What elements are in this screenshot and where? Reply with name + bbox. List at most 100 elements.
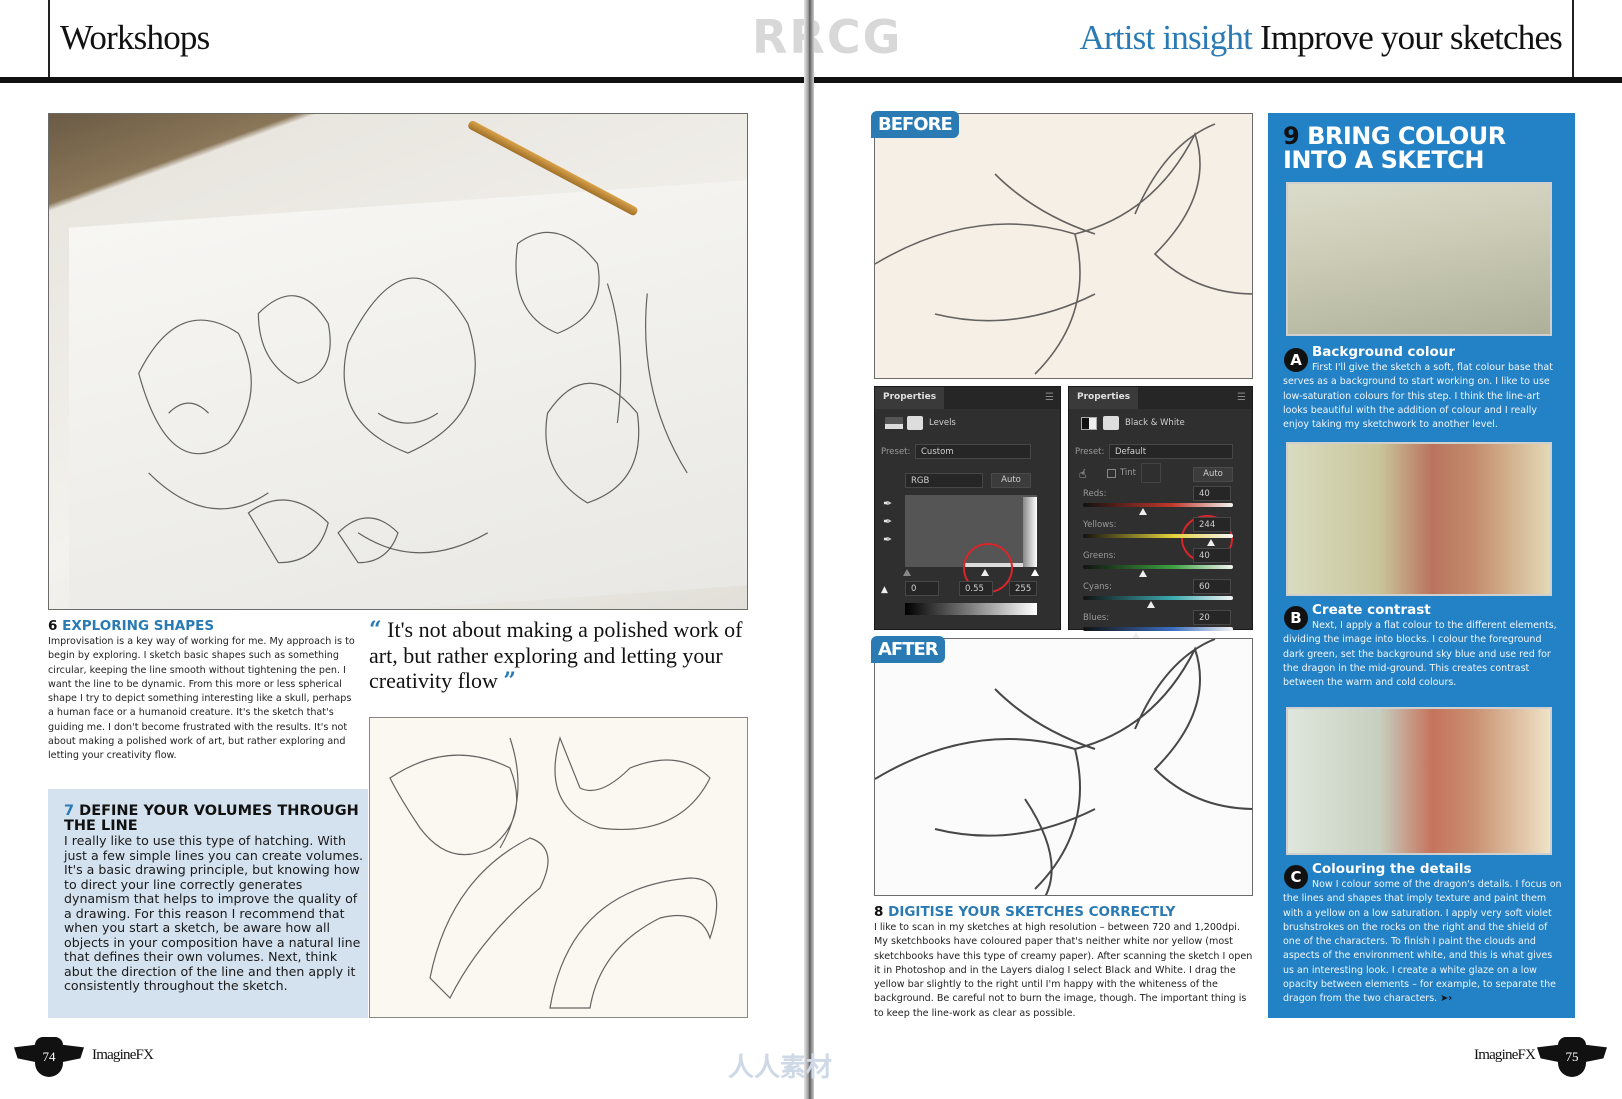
step7-title: DEFINE YOUR VOLUMES THROUGH THE LINE [64, 803, 359, 834]
step8-title: DIGITISE YOUR SKETCHES CORRECTLY [888, 904, 1176, 920]
page-emblem-right: 75 [1537, 1035, 1607, 1079]
substep-a-body: First I'll give the sketch a soft, flat … [1283, 362, 1553, 431]
bw-slider-track[interactable] [1083, 503, 1233, 507]
properties-tab[interactable]: Properties [875, 387, 945, 409]
substep-b-body: Next, I apply a flat colour to the diffe… [1283, 620, 1557, 689]
levels-histogram-icon [885, 417, 903, 429]
sketch-shapes [247, 499, 399, 564]
bw-slider-track[interactable] [1083, 596, 1233, 600]
quote-open-icon: “ [369, 617, 382, 643]
mask-icon [907, 416, 923, 430]
histogram-peak [1023, 497, 1037, 567]
bw-slider-value[interactable]: 40 [1193, 486, 1231, 501]
clipping-warning-icon[interactable]: ▲ [881, 585, 888, 595]
bw-slider-label: Greens: [1083, 551, 1117, 561]
substep-c-body: Now I colour some of the dragon's detail… [1283, 878, 1565, 1007]
bw-slider-knob[interactable] [1139, 570, 1147, 577]
sketch-head-3 [343, 277, 489, 554]
watermark: RRCG [752, 10, 903, 64]
step6-body: Improvisation is a key way of working fo… [48, 636, 355, 762]
sketch-head-2 [257, 295, 331, 384]
bw-slider-knob[interactable] [1206, 539, 1215, 546]
magazine-logo-left: ImagineFX [92, 1047, 154, 1063]
preset-dropdown[interactable]: Custom [915, 444, 1031, 459]
bw-slider-label: Yellows: [1083, 520, 1117, 530]
header-rule-left [48, 0, 50, 80]
footer-watermark: 人人素材 [728, 1053, 833, 1083]
channel-dropdown[interactable]: RGB [905, 473, 983, 488]
input-mid-field[interactable]: 0.55 [959, 581, 993, 596]
bw-slider-value[interactable]: 244 [1193, 517, 1231, 532]
header-bar-left [0, 77, 806, 83]
sketch-head-1 [138, 319, 269, 510]
substep-c-title: Colouring the details [1312, 861, 1472, 877]
step9-heading: 9 BRING COLOUR INTO A SKETCH [1283, 124, 1563, 172]
sketchbook-photo [48, 113, 748, 610]
substep-a-title: Background colour [1312, 344, 1456, 360]
dragon-sketch-after [875, 639, 1252, 895]
bw-slider-track[interactable] [1083, 565, 1233, 569]
horn-4 [549, 877, 718, 1009]
sketch-head-5 [545, 283, 688, 504]
step9b-image [1286, 442, 1552, 596]
gray-eyedropper-icon[interactable]: ✒ [883, 515, 892, 528]
creature-sketches [138, 231, 688, 564]
step8-heading: 8 DIGITISE YOUR SKETCHES CORRECTLY [874, 904, 1175, 920]
page-spine [804, 0, 814, 1099]
step6-number: 6 [48, 618, 58, 634]
after-badge: AFTER [871, 636, 945, 663]
input-white-field[interactable]: 255 [1009, 581, 1037, 596]
bw-slider-label: Cyans: [1083, 582, 1112, 592]
bw-slider-track[interactable] [1083, 534, 1233, 538]
bw-slider-value[interactable]: 20 [1193, 610, 1231, 625]
article-category: Artist insight [1079, 18, 1253, 57]
horn-drawings [389, 736, 718, 1009]
bw-slider-knob[interactable] [1139, 508, 1147, 515]
sketch-head-4 [515, 231, 600, 335]
step7-body: I really like to use this type of hatchi… [64, 833, 364, 993]
bw-adjustment-icon [1081, 417, 1097, 430]
bw-slider-value[interactable]: 40 [1193, 548, 1231, 563]
article-title: Artist insight Improve your sketches [1079, 18, 1562, 58]
bw-slider-knob[interactable] [1146, 601, 1155, 608]
panel-menu-icon[interactable]: ☰ [1237, 392, 1246, 403]
header-bar-right [814, 77, 1622, 83]
input-black-field[interactable]: 0 [905, 581, 939, 596]
white-point-slider[interactable] [1031, 569, 1039, 576]
tint-label: Tint [1120, 468, 1137, 478]
bw-properties-panel: Properties ☰ Black & White Preset: Defau… [1068, 386, 1253, 639]
preset-dropdown[interactable]: Default [1109, 444, 1233, 459]
horn-3 [429, 837, 549, 1000]
tint-checkbox[interactable] [1107, 469, 1116, 478]
auto-button[interactable]: Auto [991, 473, 1031, 488]
before-badge: BEFORE [871, 111, 959, 138]
bw-slider-label: Reds: [1083, 489, 1107, 499]
targeted-adjustment-hand-icon[interactable]: ☝ [1079, 467, 1086, 481]
tint-color-swatch[interactable] [1141, 463, 1161, 483]
adjustment-name: Black & White [1125, 418, 1185, 428]
bw-slider-value[interactable]: 60 [1193, 579, 1231, 594]
black-point-slider[interactable] [903, 569, 911, 576]
properties-tab[interactable]: Properties [1069, 387, 1139, 409]
black-eyedropper-icon[interactable]: ✒ [883, 497, 892, 510]
auto-button[interactable]: Auto [1193, 467, 1233, 482]
white-eyedropper-icon[interactable]: ✒ [883, 533, 892, 546]
pull-quote: “ It's not about making a polished work … [369, 617, 744, 694]
bw-slider-label: Blues: [1083, 613, 1110, 623]
before-image [874, 113, 1253, 379]
horn-2 [554, 736, 711, 830]
step6-heading: 6 EXPLORING SHAPES [48, 618, 214, 634]
substep-b-title: Create contrast [1312, 602, 1431, 618]
step8-number: 8 [874, 904, 884, 920]
step8-body: I like to scan in my sketches at high re… [874, 922, 1253, 1019]
substep-c-text: Now I colour some of the dragon's detail… [1283, 879, 1562, 1005]
panel-menu-icon[interactable]: ☰ [1045, 392, 1054, 403]
horn-1 [389, 737, 519, 856]
magazine-logo-right: ImagineFX [1474, 1047, 1536, 1063]
bw-slider-track[interactable] [1083, 627, 1233, 631]
levels-properties-panel: Properties ☰ Levels Preset: Custom RGB A… [874, 386, 1061, 630]
preset-label: Preset: [1075, 447, 1105, 457]
step6-title: EXPLORING SHAPES [62, 618, 215, 634]
continue-arrow-icon: ➤› [1440, 993, 1453, 1005]
article-heading: Improve your sketches [1260, 18, 1563, 57]
